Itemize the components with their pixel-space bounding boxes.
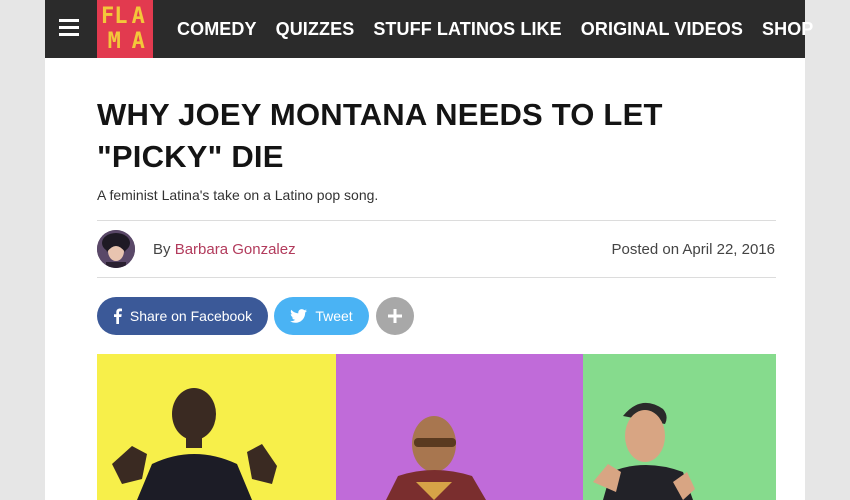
article-subtitle: A feminist Latina's take on a Latino pop…: [97, 187, 379, 203]
more-share-button[interactable]: [376, 297, 414, 335]
hero-panel-yellow: [97, 354, 336, 500]
tweet-button[interactable]: Tweet: [274, 297, 369, 335]
hero-panel-green: [583, 354, 776, 500]
author-avatar[interactable]: [97, 230, 135, 268]
article-title: WHY JOEY MONTANA NEEDS TO LET "PICKY" DI…: [97, 97, 663, 174]
hero-panel-purple: [336, 354, 583, 500]
author-link[interactable]: Barbara Gonzalez: [175, 241, 296, 258]
twitter-bird-icon: [290, 309, 308, 323]
divider: [97, 277, 776, 278]
article-container: WHY JOEY MONTANA NEEDS TO LET "PICKY" DI…: [45, 0, 805, 500]
share-facebook-button[interactable]: Share on Facebook: [97, 297, 268, 335]
plus-icon: [387, 308, 403, 324]
byline: By Barbara Gonzalez: [153, 241, 296, 258]
hero-image: [97, 354, 776, 500]
byline-prefix: By: [153, 241, 175, 258]
posted-date: Posted on April 22, 2016: [611, 241, 775, 258]
divider: [97, 220, 776, 221]
share-facebook-label: Share on Facebook: [129, 308, 253, 324]
facebook-icon: [113, 308, 122, 324]
tweet-label: Tweet: [315, 308, 353, 324]
